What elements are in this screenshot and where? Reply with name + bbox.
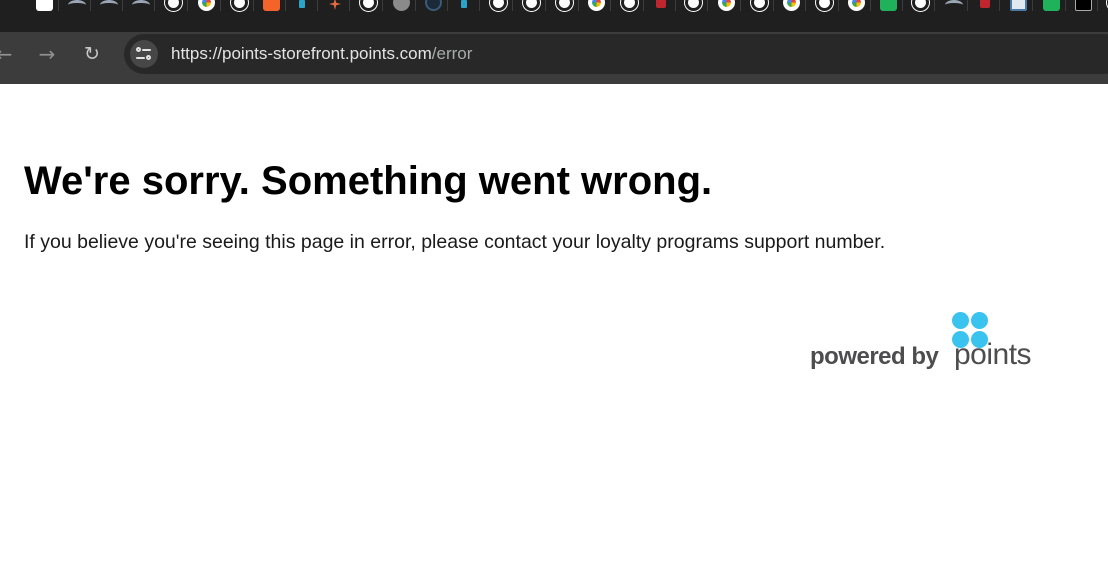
- green-g-icon: [1043, 0, 1060, 11]
- tab[interactable]: [286, 0, 318, 11]
- back-arrow-icon: ←: [0, 42, 13, 66]
- error-message: If you believe you're seeing this page i…: [24, 231, 886, 253]
- tab[interactable]: [59, 0, 91, 11]
- browser-toolbar: ← → ↻ https://points-storefront.points.c…: [0, 32, 1108, 84]
- tab[interactable]: [676, 0, 708, 11]
- red-dot-icon: [980, 0, 990, 8]
- github-icon: [556, 0, 573, 11]
- github-icon: [360, 0, 377, 11]
- url-path: /error: [431, 44, 473, 63]
- document-icon: [1010, 0, 1027, 11]
- tab[interactable]: [839, 0, 871, 11]
- tab[interactable]: [222, 0, 254, 11]
- url-text[interactable]: https://points-storefront.points.com/err…: [171, 34, 472, 74]
- tab[interactable]: [871, 0, 903, 11]
- tab[interactable]: [318, 0, 350, 11]
- address-bar[interactable]: https://points-storefront.points.com/err…: [124, 34, 1108, 74]
- github-icon: [685, 0, 702, 11]
- tab[interactable]: [27, 0, 59, 11]
- reload-icon: ↻: [84, 43, 100, 65]
- error-page: We're sorry. Something went wrong. If yo…: [0, 84, 1108, 580]
- tab-strip: [0, 0, 1108, 32]
- logo-dot: [971, 312, 988, 329]
- tab[interactable]: [936, 0, 968, 11]
- page-title: We're sorry. Something went wrong.: [24, 159, 713, 203]
- github-icon: [523, 0, 540, 11]
- github-icon: [816, 0, 833, 11]
- tab[interactable]: [612, 0, 644, 11]
- url-host: https://points-storefront.points.com: [171, 44, 432, 63]
- dark-globe-icon: [425, 0, 442, 11]
- github-icon: [490, 0, 507, 11]
- tab[interactable]: [481, 0, 513, 11]
- logo-dot: [952, 312, 969, 329]
- arrow-icon: [100, 0, 118, 10]
- github-icon: [751, 0, 768, 11]
- github-icon: [621, 0, 638, 11]
- forward-button[interactable]: →: [33, 40, 61, 68]
- points-brand-text: points: [954, 338, 1032, 371]
- github-icon: [231, 0, 248, 11]
- arrow-icon: [68, 0, 86, 10]
- github-icon: [912, 0, 929, 11]
- slack-icon: [299, 0, 305, 8]
- brave-icon: [263, 0, 280, 11]
- google-icon: [848, 0, 865, 11]
- tab[interactable]: [1001, 0, 1033, 11]
- x-icon: [1075, 0, 1092, 11]
- tab[interactable]: [579, 0, 611, 11]
- tab[interactable]: [742, 0, 774, 11]
- tab[interactable]: [351, 0, 383, 11]
- powered-by-label: powered by: [810, 343, 939, 370]
- tab[interactable]: [91, 0, 123, 11]
- ring-icon: [393, 0, 410, 11]
- back-button[interactable]: ←: [0, 40, 18, 68]
- tab[interactable]: [968, 0, 1000, 11]
- reload-button[interactable]: ↻: [78, 40, 106, 68]
- tab[interactable]: [156, 0, 188, 11]
- slack-icon: [461, 0, 467, 8]
- tab[interactable]: [514, 0, 546, 11]
- tab[interactable]: [644, 0, 676, 11]
- google-icon: [783, 0, 800, 11]
- tab[interactable]: [774, 0, 806, 11]
- red-icon: [656, 0, 666, 8]
- claude-icon: [329, 0, 341, 10]
- tab[interactable]: [189, 0, 221, 11]
- google-icon: [718, 0, 735, 11]
- tab[interactable]: [448, 0, 480, 11]
- github-icon: [165, 0, 182, 11]
- arrow-icon: [132, 0, 150, 10]
- tab[interactable]: [709, 0, 741, 11]
- tab[interactable]: [123, 0, 155, 11]
- site-info-button[interactable]: [130, 40, 158, 68]
- tab[interactable]: [807, 0, 839, 11]
- tab[interactable]: [384, 0, 416, 11]
- google-icon: [588, 0, 605, 11]
- tab[interactable]: [1066, 0, 1098, 11]
- forward-arrow-icon: →: [38, 42, 56, 66]
- chatgpt-icon: [36, 0, 53, 11]
- toolbar-row: ← → ↻ https://points-storefront.points.c…: [0, 32, 1108, 76]
- tab[interactable]: [1098, 0, 1108, 11]
- tab[interactable]: [416, 0, 448, 11]
- tab[interactable]: [903, 0, 935, 11]
- green-g-icon: [880, 0, 897, 11]
- google-icon: [198, 0, 215, 11]
- tab[interactable]: [254, 0, 286, 11]
- arrow-icon: [945, 0, 963, 10]
- powered-by-logo: powered by points: [808, 309, 1068, 379]
- tab[interactable]: [1034, 0, 1066, 11]
- tab[interactable]: [547, 0, 579, 11]
